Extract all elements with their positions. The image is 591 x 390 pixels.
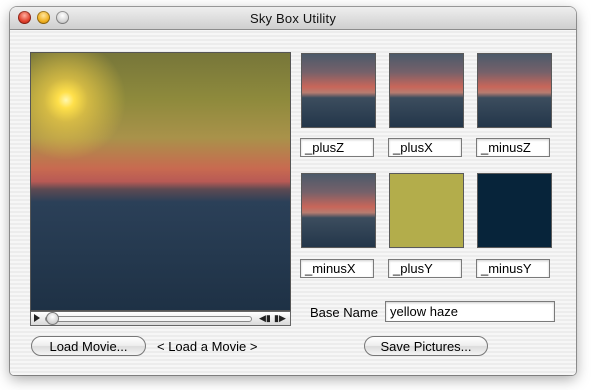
play-icon[interactable] (34, 314, 40, 322)
face-thumbnail-plusx (389, 53, 464, 128)
face-thumbnail-minusx (301, 173, 376, 248)
face-name-field-minusx[interactable]: _minusX (300, 259, 374, 278)
step-back-icon[interactable]: ◀▮ (259, 313, 271, 324)
face-thumbnail-plusy (389, 173, 464, 248)
load-movie-button[interactable]: Load Movie... (31, 336, 146, 356)
movie-preview (30, 52, 291, 311)
face-thumbnail-plusz (301, 53, 376, 128)
face-name-field-minusz[interactable]: _minusZ (476, 138, 550, 157)
save-pictures-button[interactable]: Save Pictures... (364, 336, 488, 356)
base-name-label: Base Name (310, 305, 378, 320)
movie-status-text: < Load a Movie > (157, 339, 258, 354)
step-forward-icon[interactable]: ▮▶ (274, 313, 286, 324)
base-name-field[interactable]: yellow haze (385, 301, 555, 322)
face-name-field-plusx[interactable]: _plusX (388, 138, 462, 157)
movie-controller: ◀▮ ▮▶ (30, 311, 291, 326)
movie-scrubber-thumb[interactable] (46, 312, 59, 325)
face-name-field-minusy[interactable]: _minusY (476, 259, 550, 278)
face-thumbnail-minusz (477, 53, 552, 128)
face-name-field-plusz[interactable]: _plusZ (300, 138, 374, 157)
app-window: Sky Box Utility ◀▮ ▮▶ _plusZ _plusX _min… (10, 7, 576, 375)
face-thumbnail-minusy (477, 173, 552, 248)
movie-scrubber-track[interactable] (45, 316, 252, 322)
title-bar[interactable]: Sky Box Utility (10, 7, 576, 30)
window-title: Sky Box Utility (249, 11, 337, 26)
face-name-field-plusy[interactable]: _plusY (388, 259, 462, 278)
